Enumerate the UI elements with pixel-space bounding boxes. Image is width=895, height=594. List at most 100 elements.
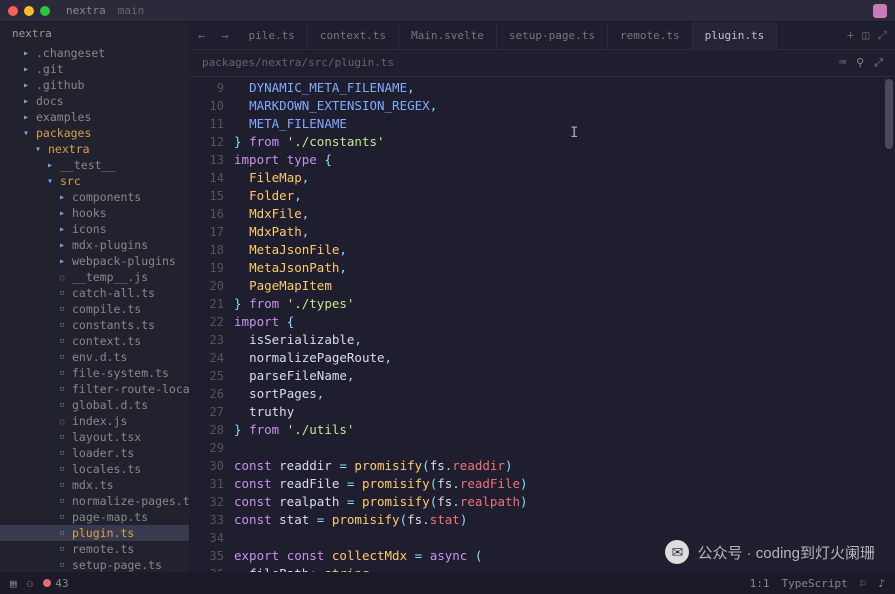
code-line[interactable]: MdxPath, xyxy=(234,223,895,241)
code-line[interactable]: import { xyxy=(234,313,895,331)
tree-item---test--[interactable]: __test__ xyxy=(0,157,189,173)
tree-item-catch-all-ts[interactable]: catch-all.ts xyxy=(0,285,189,301)
folder-icon xyxy=(20,79,32,91)
new-tab-button[interactable]: + xyxy=(847,28,854,43)
search-icon[interactable]: ⚲ xyxy=(856,56,864,70)
language-mode[interactable]: TypeScript xyxy=(782,577,848,590)
minimize-window-button[interactable] xyxy=(24,6,34,16)
tab-setup-page-ts[interactable]: setup-page.ts xyxy=(497,22,608,49)
git-branch[interactable]: main xyxy=(118,4,145,17)
tree-item-mdx-ts[interactable]: mdx.ts xyxy=(0,477,189,493)
code-line[interactable]: MARKDOWN_EXTENSION_REGEX, xyxy=(234,97,895,115)
expand-icon[interactable]: ⤢ xyxy=(874,56,883,70)
code-line[interactable] xyxy=(234,439,895,457)
tab-history-back[interactable]: ← xyxy=(190,29,213,43)
file-path[interactable]: packages/nextra/src/plugin.ts xyxy=(202,56,394,70)
maximize-window-button[interactable] xyxy=(40,6,50,16)
code-line[interactable]: } from './constants' xyxy=(234,133,895,151)
line-number: 32 xyxy=(190,493,224,511)
tree-item-layout-tsx[interactable]: layout.tsx xyxy=(0,429,189,445)
line-number: 34 xyxy=(190,529,224,547)
tab-Main-svelte[interactable]: Main.svelte xyxy=(399,22,497,49)
tree-item-constants-ts[interactable]: constants.ts xyxy=(0,317,189,333)
code-line[interactable]: PageMapItem xyxy=(234,277,895,295)
tree-item-components[interactable]: components xyxy=(0,189,189,205)
notifications-icon[interactable]: ♪ xyxy=(878,577,885,590)
tree-item-docs[interactable]: docs xyxy=(0,93,189,109)
tree-item-loader-ts[interactable]: loader.ts xyxy=(0,445,189,461)
code-line[interactable]: sortPages, xyxy=(234,385,895,403)
code-line[interactable]: truthy xyxy=(234,403,895,421)
code-line[interactable]: isSerializable, xyxy=(234,331,895,349)
project-root[interactable]: nextra xyxy=(0,22,189,45)
tree-item-label: icons xyxy=(72,222,107,236)
file-icon xyxy=(56,367,68,379)
tree-item-env-d-ts[interactable]: env.d.ts xyxy=(0,349,189,365)
code-line[interactable]: normalizePageRoute, xyxy=(234,349,895,367)
tree-item-locales-ts[interactable]: locales.ts xyxy=(0,461,189,477)
tab-context-ts[interactable]: context.ts xyxy=(308,22,399,49)
tree-item-hooks[interactable]: hooks xyxy=(0,205,189,221)
tree-item-index-js[interactable]: index.js xyxy=(0,413,189,429)
tree-item-icons[interactable]: icons xyxy=(0,221,189,237)
tree-item-filter-route-loca[interactable]: filter-route-loca xyxy=(0,381,189,397)
tree-item--github[interactable]: .github xyxy=(0,77,189,93)
app-icon[interactable] xyxy=(873,4,887,18)
code-line[interactable]: MetaJsonPath, xyxy=(234,259,895,277)
tree-item-packages[interactable]: packages xyxy=(0,125,189,141)
vertical-scrollbar[interactable] xyxy=(885,79,893,149)
tree-item-src[interactable]: src xyxy=(0,173,189,189)
tree-item-setup-page-ts[interactable]: setup-page.ts xyxy=(0,557,189,572)
code-line[interactable]: FileMap, xyxy=(234,169,895,187)
tree-item-compile-ts[interactable]: compile.ts xyxy=(0,301,189,317)
code-line[interactable]: const stat = promisify(fs.stat) xyxy=(234,511,895,529)
code-line[interactable]: } from './types' xyxy=(234,295,895,313)
code-line[interactable]: } from './utils' xyxy=(234,421,895,439)
cursor-position[interactable]: 1:1 xyxy=(750,577,770,590)
folder-icon xyxy=(20,127,32,139)
tree-item-plugin-ts[interactable]: plugin.ts xyxy=(0,525,189,541)
tree-item-label: normalize-pages.t xyxy=(72,494,189,508)
code-line[interactable]: const readFile = promisify(fs.readFile) xyxy=(234,475,895,493)
expand-button[interactable]: ⤢ xyxy=(877,28,887,43)
code-line[interactable]: MetaJsonFile, xyxy=(234,241,895,259)
feedback-icon[interactable]: ⚐ xyxy=(860,577,867,590)
tree-item-mdx-plugins[interactable]: mdx-plugins xyxy=(0,237,189,253)
code-line[interactable]: MdxFile, xyxy=(234,205,895,223)
tree-item-examples[interactable]: examples xyxy=(0,109,189,125)
tree-item-nextra[interactable]: nextra xyxy=(0,141,189,157)
tree-item-normalize-pages-t[interactable]: normalize-pages.t xyxy=(0,493,189,509)
tree-item-context-ts[interactable]: context.ts xyxy=(0,333,189,349)
code-line[interactable]: Folder, xyxy=(234,187,895,205)
code-line[interactable]: DYNAMIC_META_FILENAME, xyxy=(234,79,895,97)
split-editor-button[interactable]: ◫ xyxy=(862,28,869,43)
code-editor[interactable]: 9101112131415161718192021222324252627282… xyxy=(190,77,895,572)
tab-history-forward[interactable]: → xyxy=(213,29,236,43)
tree-item---temp---js[interactable]: __temp__.js xyxy=(0,269,189,285)
tab-remote-ts[interactable]: remote.ts xyxy=(608,22,693,49)
line-number: 18 xyxy=(190,241,224,259)
code-line[interactable]: const readdir = promisify(fs.readdir) xyxy=(234,457,895,475)
code-line[interactable]: import type { xyxy=(234,151,895,169)
code-line[interactable]: META_FILENAME xyxy=(234,115,895,133)
close-window-button[interactable] xyxy=(8,6,18,16)
collab-icon[interactable]: ⚇ xyxy=(27,577,34,590)
tab-pile-ts[interactable]: pile.ts xyxy=(236,22,307,49)
tree-item-webpack-plugins[interactable]: webpack-plugins xyxy=(0,253,189,269)
titlebar: nextra main xyxy=(0,0,895,22)
code-content[interactable]: DYNAMIC_META_FILENAME, MARKDOWN_EXTENSIO… xyxy=(234,77,895,572)
code-line[interactable]: parseFileName, xyxy=(234,367,895,385)
line-number: 27 xyxy=(190,403,224,421)
tree-item-remote-ts[interactable]: remote.ts xyxy=(0,541,189,557)
error-count[interactable]: 43 xyxy=(43,577,68,590)
tree-item--git[interactable]: .git xyxy=(0,61,189,77)
tree-item--changeset[interactable]: .changeset xyxy=(0,45,189,61)
code-line[interactable]: filePath: string, xyxy=(234,565,895,572)
terminal-icon[interactable]: ⌨ xyxy=(840,56,847,70)
tree-item-page-map-ts[interactable]: page-map.ts xyxy=(0,509,189,525)
tree-item-global-d-ts[interactable]: global.d.ts xyxy=(0,397,189,413)
tab-plugin-ts[interactable]: plugin.ts xyxy=(693,22,778,49)
panel-toggle-icon[interactable]: ▤ xyxy=(10,577,17,590)
tree-item-file-system-ts[interactable]: file-system.ts xyxy=(0,365,189,381)
code-line[interactable]: const realpath = promisify(fs.realpath) xyxy=(234,493,895,511)
